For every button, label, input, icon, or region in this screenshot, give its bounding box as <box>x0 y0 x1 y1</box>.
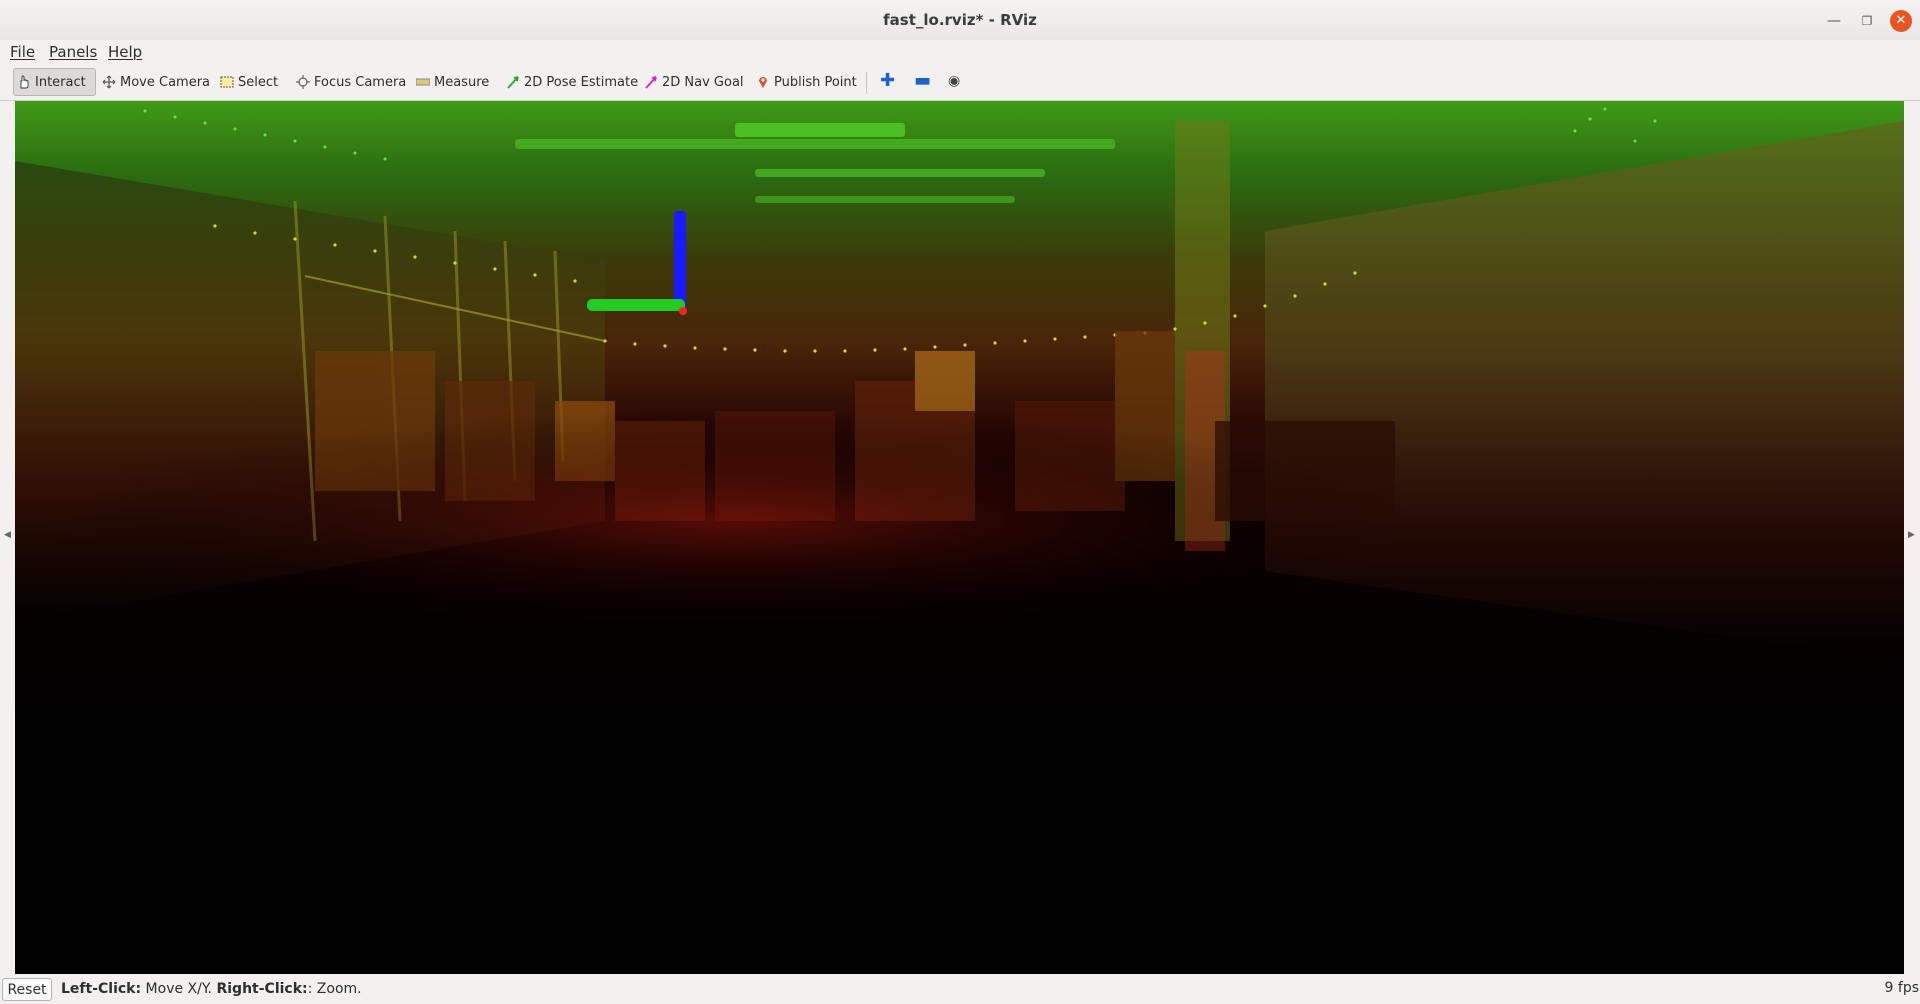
measure-tool-button[interactable]: Measure <box>415 70 490 94</box>
left-click-action: Move X/Y. <box>141 981 217 997</box>
menu-help[interactable]: Help <box>108 43 142 61</box>
point-cloud-scene <box>15 101 1904 974</box>
3d-render-viewport[interactable] <box>15 101 1904 974</box>
focus-camera-label: Focus Camera <box>314 74 407 90</box>
select-icon <box>220 75 234 89</box>
focus-camera-tool-button[interactable]: Focus Camera <box>296 70 406 94</box>
focus-camera-icon <box>296 75 310 89</box>
move-camera-label: Move Camera <box>120 74 211 90</box>
left-click-label: Left-Click: <box>61 981 142 997</box>
publish-point-tool-button[interactable]: Publish Point <box>756 70 857 94</box>
hand-icon <box>17 75 31 89</box>
select-tool-button[interactable]: Select <box>220 70 278 94</box>
status-bar: Reset Left-Click: Move X/Y. Right-Click:… <box>0 976 1920 1004</box>
title-bar: fast_lo.rviz* - RViz — ❐ ✕ <box>0 0 1920 41</box>
y-axis <box>587 299 685 311</box>
window-title: fast_lo.rviz* - RViz <box>883 11 1037 29</box>
status-hint: Left-Click: Move X/Y. Right-Click:: Zoom… <box>61 981 362 997</box>
plus-icon[interactable]: ✚ <box>880 68 895 92</box>
nav-goal-label: 2D Nav Goal <box>662 74 744 90</box>
fps-counter: 9 fps <box>1884 980 1919 996</box>
nav-goal-tool-button[interactable]: 2D Nav Goal <box>644 70 744 94</box>
menu-file[interactable]: File <box>10 43 35 61</box>
map-pin-icon <box>756 75 770 89</box>
measure-icon <box>415 75 431 89</box>
menu-panels[interactable]: Panels <box>49 43 97 61</box>
minimize-icon[interactable]: — <box>1823 10 1845 32</box>
right-click-label: Right-Click: <box>216 981 308 997</box>
pose-estimate-label: 2D Pose Estimate <box>524 74 639 90</box>
left-panel-toggle-icon[interactable]: ◀ <box>4 530 11 540</box>
menu-bar: File Panels Help <box>0 40 1920 64</box>
right-click-action: : Zoom. <box>307 981 362 997</box>
nav-goal-arrow-icon <box>644 75 658 89</box>
eye-icon[interactable]: ◉ <box>948 69 960 93</box>
x-axis <box>679 307 687 315</box>
restore-icon[interactable]: ❐ <box>1856 10 1878 32</box>
toolbar-separator <box>866 72 867 94</box>
measure-label: Measure <box>434 74 490 90</box>
right-panel-toggle-icon[interactable]: ▶ <box>1908 530 1915 540</box>
pose-estimate-tool-button[interactable]: 2D Pose Estimate <box>506 70 638 94</box>
minus-icon[interactable]: ▬ <box>914 68 931 92</box>
pose-arrow-icon <box>506 75 520 89</box>
tool-bar: Interact Move Camera Select Focus Camera… <box>0 64 1920 156</box>
publish-point-label: Publish Point <box>774 74 857 90</box>
interact-tool-button[interactable]: Interact <box>13 68 96 96</box>
close-icon[interactable]: ✕ <box>1890 10 1912 32</box>
move-camera-tool-button[interactable]: Move Camera <box>102 70 210 94</box>
reset-button[interactable]: Reset <box>2 978 52 1001</box>
select-label: Select <box>238 74 279 90</box>
move-camera-icon <box>102 75 116 89</box>
z-axis <box>674 211 686 311</box>
interact-label: Interact <box>35 74 86 90</box>
